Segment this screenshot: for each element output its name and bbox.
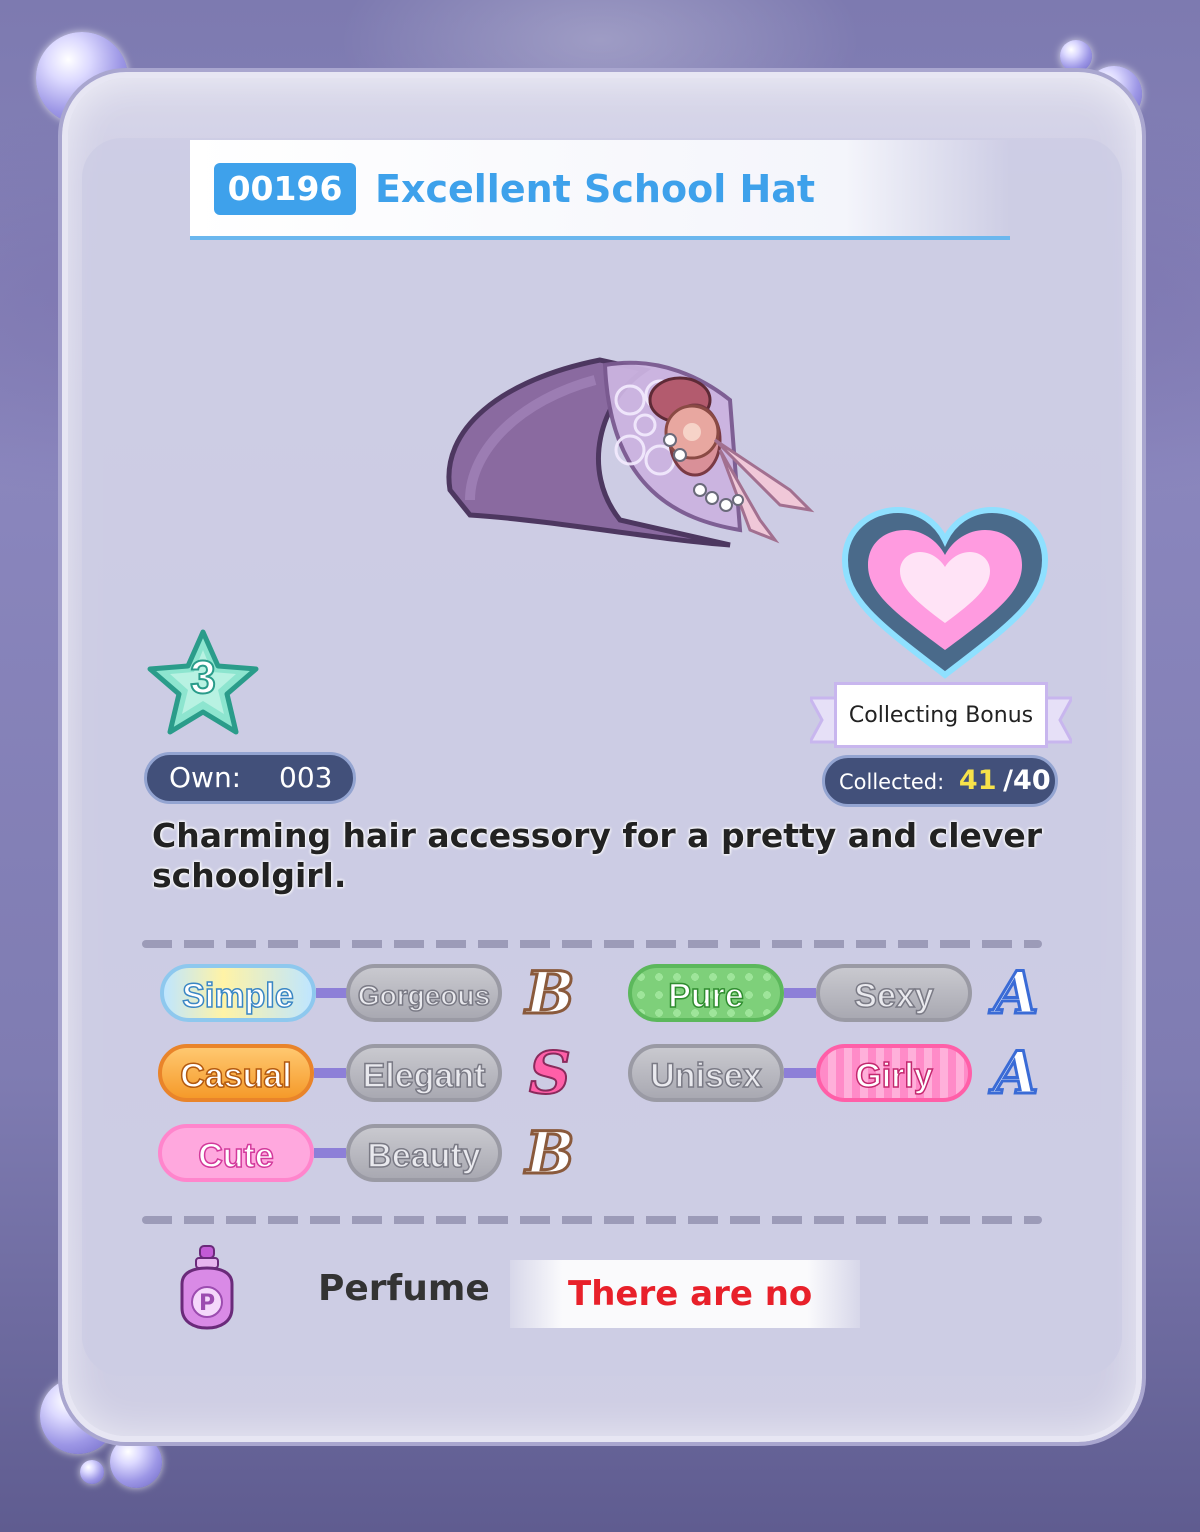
style-unisex-badge: Unisex [628,1044,784,1102]
collecting-bonus-label: Collecting Bonus [834,682,1048,748]
own-count: 003 [279,761,333,794]
style-connector [314,1068,346,1078]
collected-label: Collected: [839,770,945,794]
perfume-label: Perfume [318,1268,490,1309]
collecting-bonus-heart-icon [841,506,1049,679]
divider [142,1216,1042,1224]
style-connector [316,988,348,998]
svg-text:P: P [199,1291,215,1316]
bubble-decoration [110,1436,162,1488]
bubble-decoration [1060,40,1092,72]
perfume-bottle-icon: P [180,1245,234,1330]
style-connector [784,1068,816,1078]
own-label: Own: [169,761,242,794]
own-count-pill: Own: 003 [144,752,356,804]
style-pure-badge: Pure [628,964,784,1022]
style-grade-cute-beauty: B [524,1119,576,1187]
style-grade-pure-sexy: A [992,959,1040,1027]
collected-count-pill: Collected: 41 /40 [822,755,1058,807]
bubble-decoration [80,1460,104,1484]
style-grade-unisex-girly: A [992,1039,1040,1107]
style-gorgeous-badge: Gorgeous [346,964,502,1022]
collected-value: 41 [958,765,997,796]
divider [142,940,1042,948]
item-id-badge: 00196 [214,163,356,215]
hat-item-image [446,357,815,548]
perfume-value: There are no [568,1274,813,1314]
style-sexy-badge: Sexy [816,964,972,1022]
style-beauty-badge: Beauty [346,1124,502,1182]
style-connector [784,988,816,998]
style-grade-casual-elegant: S [528,1039,572,1107]
collected-total: 40 [1013,765,1051,796]
style-connector [314,1148,346,1158]
style-grade-simple-gorgeous: B [524,959,576,1027]
style-casual-badge: Casual [158,1044,314,1102]
style-girly-badge: Girly [816,1044,972,1102]
style-cute-badge: Cute [158,1124,314,1182]
item-description: Charming hair accessory for a pretty and… [152,816,1043,895]
style-elegant-badge: Elegant [346,1044,502,1102]
rarity-value: 3 [189,650,217,704]
collected-separator: / [1003,765,1014,796]
style-simple-badge: Simple [160,964,316,1022]
item-header: 00196 Excellent School Hat [190,140,1010,240]
item-title: Excellent School Hat [375,167,816,211]
